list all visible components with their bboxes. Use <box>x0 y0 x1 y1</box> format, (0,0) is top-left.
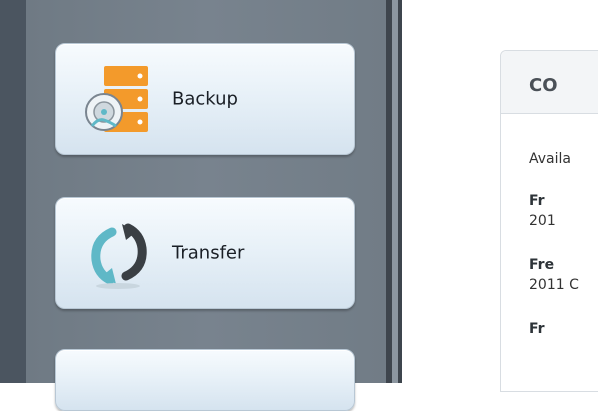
content-card: CO Availa Fr 201 Fre 2011 C Fr <box>500 50 598 392</box>
sidebar-item-label: Transfer <box>172 242 245 264</box>
card-header: CO <box>501 51 598 114</box>
entry-name[interactable]: Fre <box>529 257 554 273</box>
available-label: Availa <box>529 151 571 167</box>
entry-detail: 2011 C <box>529 277 579 293</box>
entry-name[interactable]: Fr <box>529 193 545 209</box>
sidebar-item-transfer[interactable]: Transfer <box>55 197 355 309</box>
sidebar-item-label: Backup <box>172 88 238 110</box>
screenshot-stage: Backup Transfer CO Availa Fr 201 Fre 201… <box>0 0 598 411</box>
transfer-arrows-icon <box>91 223 147 289</box>
window-edge <box>0 0 26 383</box>
sidebar-item-backup[interactable]: Backup <box>55 43 355 155</box>
entry-detail: 201 <box>529 213 556 229</box>
card-title: CO <box>529 75 558 96</box>
backup-server-disk-icon <box>85 66 148 132</box>
sidebar-item-next[interactable] <box>55 349 355 411</box>
entry-name[interactable]: Fr <box>529 321 545 337</box>
